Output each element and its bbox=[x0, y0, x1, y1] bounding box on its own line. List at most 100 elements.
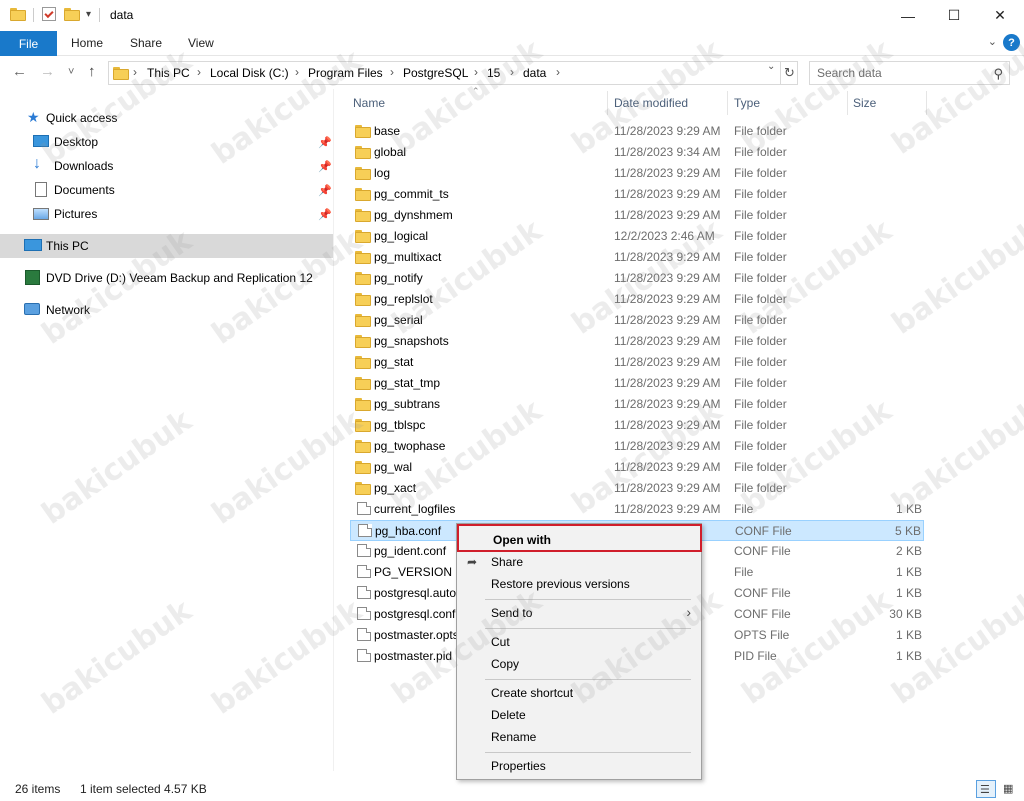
table-row[interactable]: current_logfiles 11/28/2023 9:29 AM File 1 … bbox=[350, 499, 924, 520]
menu-item-share[interactable]: ➦ Share bbox=[457, 551, 701, 573]
pin-icon[interactable]: 📌 bbox=[318, 160, 332, 173]
help-icon[interactable]: ? bbox=[1003, 34, 1020, 51]
menu-item-delete[interactable]: Delete bbox=[457, 704, 701, 726]
chevron-right-icon[interactable]: › bbox=[556, 65, 560, 79]
breadcrumb-15[interactable]: 15 bbox=[487, 66, 500, 80]
chevron-right-icon[interactable]: › bbox=[295, 65, 299, 79]
table-row[interactable]: pg_dynshmem 11/28/2023 9:29 AM File folder bbox=[350, 205, 924, 226]
column-header-size[interactable]: Size bbox=[853, 96, 876, 110]
address-bar[interactable]: › This PC › Local Disk (C:) › Program Fi… bbox=[108, 61, 798, 85]
status-bar: 26 items 1 item selected 4.57 KB ☰ ▦ bbox=[0, 777, 1024, 801]
sidebar-item-dvd-drive[interactable]: DVD Drive (D:) Veeam Backup and Replicat… bbox=[0, 266, 333, 290]
context-menu: Open with ➦ Share Restore previous versi… bbox=[456, 523, 702, 780]
chevron-right-icon[interactable]: › bbox=[390, 65, 394, 79]
sidebar-item-network[interactable]: Network bbox=[0, 298, 333, 322]
large-icons-view-button[interactable]: ▦ bbox=[999, 780, 1019, 798]
menu-item-open-with[interactable]: Open with bbox=[457, 524, 702, 552]
file-type: File folder bbox=[734, 187, 787, 201]
pin-icon[interactable]: 📌 bbox=[318, 208, 332, 221]
file-date: 11/28/2023 9:29 AM bbox=[614, 271, 721, 285]
tab-file[interactable]: File bbox=[0, 31, 57, 56]
file-name: PG_VERSION bbox=[374, 565, 453, 579]
up-button[interactable]: ↑ bbox=[88, 63, 96, 80]
table-row[interactable]: pg_stat_tmp 11/28/2023 9:29 AM File folder bbox=[350, 373, 924, 394]
new-folder-icon[interactable] bbox=[64, 8, 80, 21]
menu-item-send-to[interactable]: Send to › bbox=[457, 602, 701, 624]
sidebar-item-desktop[interactable]: Desktop 📌 bbox=[0, 130, 333, 154]
table-row[interactable]: pg_stat 11/28/2023 9:29 AM File folder bbox=[350, 352, 924, 373]
table-row[interactable]: pg_replslot 11/28/2023 9:29 AM File folder bbox=[350, 289, 924, 310]
sidebar-item-downloads[interactable]: ↓ Downloads 📌 bbox=[0, 154, 333, 178]
tab-view[interactable]: View bbox=[188, 36, 214, 50]
desktop-icon bbox=[33, 135, 49, 147]
expand-ribbon-icon[interactable]: ⌄ bbox=[988, 35, 997, 48]
table-row[interactable]: pg_logical 12/2/2023 2:46 AM File folder bbox=[350, 226, 924, 247]
table-row[interactable]: pg_subtrans 11/28/2023 9:29 AM File folder bbox=[350, 394, 924, 415]
file-size: 5 KB bbox=[894, 524, 921, 538]
chevron-right-icon: › bbox=[686, 604, 691, 620]
menu-item-restore-previous-versions[interactable]: Restore previous versions bbox=[457, 573, 701, 595]
chevron-right-icon[interactable]: › bbox=[474, 65, 478, 79]
maximize-button[interactable]: ☐ bbox=[931, 0, 977, 31]
menu-separator bbox=[485, 599, 691, 600]
properties-icon[interactable] bbox=[42, 7, 56, 21]
tab-share[interactable]: Share bbox=[130, 36, 162, 50]
pin-icon[interactable]: 📌 bbox=[318, 184, 332, 197]
pin-icon[interactable]: 📌 bbox=[318, 136, 332, 149]
sidebar-item-pictures[interactable]: Pictures 📌 bbox=[0, 202, 333, 226]
table-row[interactable]: pg_multixact 11/28/2023 9:29 AM File folde… bbox=[350, 247, 924, 268]
chevron-right-icon[interactable]: › bbox=[197, 65, 201, 79]
sidebar-item-label: Quick access bbox=[46, 111, 118, 125]
column-header-type[interactable]: Type bbox=[734, 96, 760, 110]
table-row[interactable]: pg_xact 11/28/2023 9:29 AM File folder bbox=[350, 478, 924, 499]
file-type: File bbox=[734, 565, 754, 579]
minimize-button[interactable]: — bbox=[885, 0, 931, 31]
table-row[interactable]: pg_serial 11/28/2023 9:29 AM File folder bbox=[350, 310, 924, 331]
menu-item-copy[interactable]: Copy bbox=[457, 653, 701, 675]
column-header-date[interactable]: Date modified bbox=[614, 96, 688, 110]
details-view-button[interactable]: ☰ bbox=[976, 780, 996, 798]
table-row[interactable]: pg_twophase 11/28/2023 9:29 AM File folder bbox=[350, 436, 924, 457]
table-row[interactable]: global 11/28/2023 9:34 AM File folder bbox=[350, 142, 924, 163]
breadcrumb-program-files[interactable]: Program Files bbox=[308, 66, 383, 80]
customize-dropdown-icon[interactable]: ▾ bbox=[86, 9, 91, 20]
search-input[interactable] bbox=[817, 66, 987, 80]
chevron-right-icon[interactable]: › bbox=[510, 65, 514, 79]
table-row[interactable]: base 11/28/2023 9:29 AM File folder bbox=[350, 121, 924, 142]
menu-item-create-shortcut[interactable]: Create shortcut bbox=[457, 682, 701, 704]
forward-button[interactable]: → bbox=[40, 63, 55, 80]
pane-splitter[interactable] bbox=[333, 89, 334, 771]
menu-item-rename[interactable]: Rename bbox=[457, 726, 701, 748]
details-view-icon: ☰ bbox=[980, 784, 990, 796]
refresh-button[interactable]: ↻ bbox=[780, 61, 798, 85]
file-date: 11/28/2023 9:29 AM bbox=[614, 376, 721, 390]
search-icon[interactable]: ⚲ bbox=[993, 66, 1003, 82]
search-box[interactable]: ⚲ bbox=[809, 61, 1010, 85]
menu-item-cut[interactable]: Cut bbox=[457, 631, 701, 653]
breadcrumb-this-pc[interactable]: This PC bbox=[147, 66, 190, 80]
table-row[interactable]: pg_snapshots 11/28/2023 9:29 AM File folde… bbox=[350, 331, 924, 352]
breadcrumb-postgresql[interactable]: PostgreSQL bbox=[403, 66, 468, 80]
column-header-name[interactable]: Name bbox=[353, 96, 385, 110]
breadcrumb-data[interactable]: data bbox=[523, 66, 546, 80]
close-icon: ✕ bbox=[994, 7, 1006, 23]
menu-item-properties[interactable]: Properties bbox=[457, 755, 701, 777]
back-button[interactable]: ← bbox=[12, 63, 27, 80]
table-row[interactable]: pg_commit_ts 11/28/2023 9:29 AM File folde… bbox=[350, 184, 924, 205]
file-type: File bbox=[734, 502, 754, 516]
sidebar-item-documents[interactable]: Documents 📌 bbox=[0, 178, 333, 202]
address-dropdown-icon[interactable]: ⌄ bbox=[767, 61, 775, 72]
table-row[interactable]: log 11/28/2023 9:29 AM File folder bbox=[350, 163, 924, 184]
file-date: 11/28/2023 9:29 AM bbox=[614, 334, 721, 348]
table-row[interactable]: pg_notify 11/28/2023 9:29 AM File folder bbox=[350, 268, 924, 289]
tab-home[interactable]: Home bbox=[71, 36, 103, 50]
sidebar-item-quick-access[interactable]: ★ Quick access bbox=[0, 106, 333, 130]
close-button[interactable]: ✕ bbox=[977, 0, 1023, 31]
recent-locations-button[interactable]: ˅ bbox=[68, 66, 74, 78]
table-row[interactable]: pg_tblspc 11/28/2023 9:29 AM File folder bbox=[350, 415, 924, 436]
sidebar-item-this-pc[interactable]: This PC bbox=[0, 234, 333, 258]
breadcrumb-local-disk[interactable]: Local Disk (C:) bbox=[210, 66, 289, 80]
table-row[interactable]: pg_wal 11/28/2023 9:29 AM File folder bbox=[350, 457, 924, 478]
chevron-right-icon[interactable]: › bbox=[133, 65, 137, 79]
dvd-drive-icon bbox=[25, 270, 40, 285]
